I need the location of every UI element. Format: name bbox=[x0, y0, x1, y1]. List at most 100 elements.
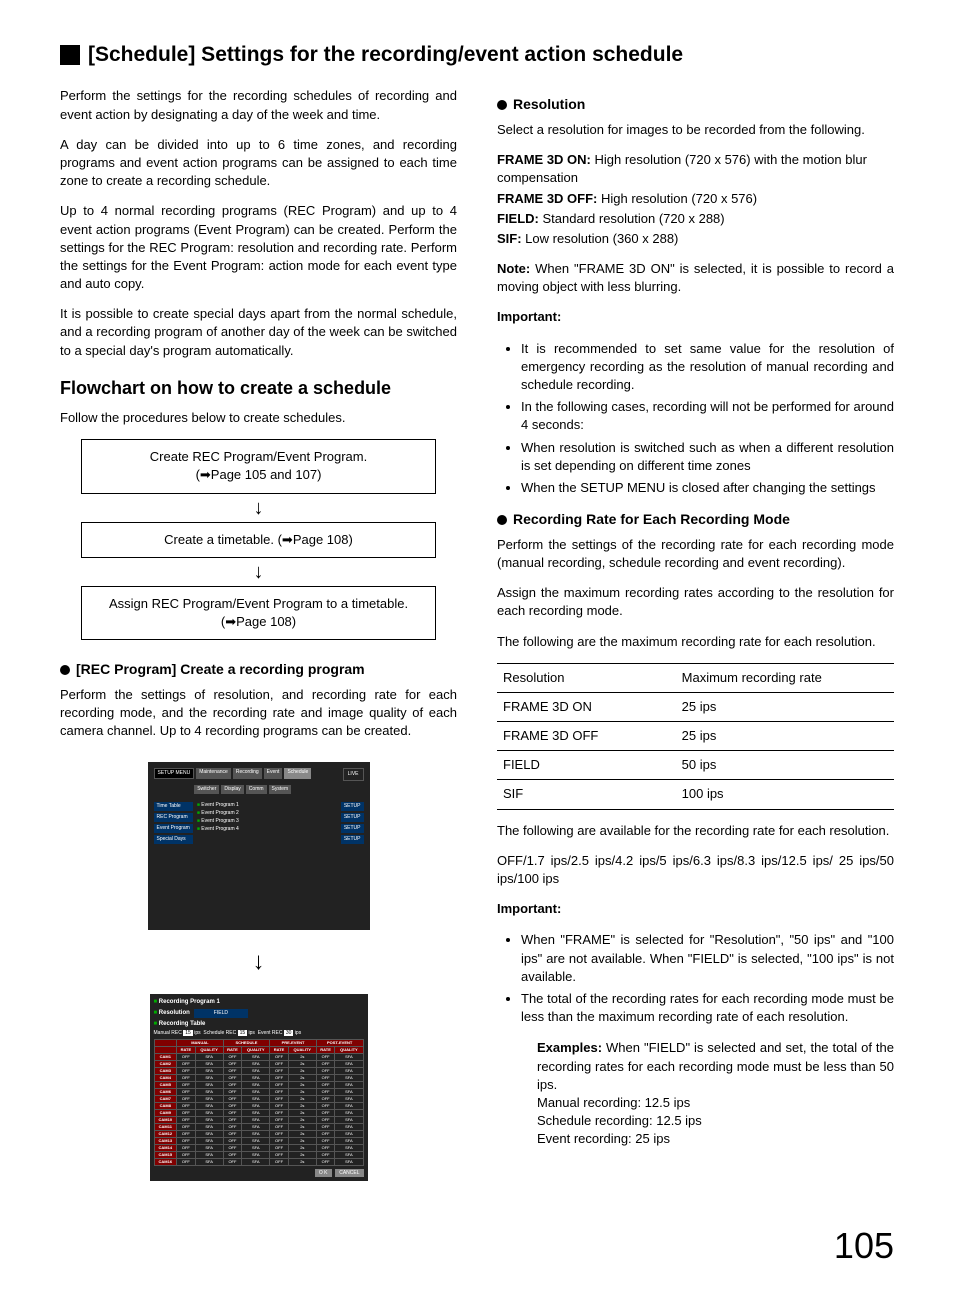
page-number: 105 bbox=[60, 1221, 894, 1271]
shot1-tab: Comm bbox=[246, 785, 267, 794]
example-line: Event recording: 25 ips bbox=[537, 1130, 894, 1148]
note-text: When "FRAME 3D ON" is selected, it is po… bbox=[497, 261, 894, 294]
shot1-menu-label: SETUP MENU bbox=[154, 768, 195, 779]
flowchart-title: Flowchart on how to create a schedule bbox=[60, 376, 457, 401]
resolution-intro: Select a resolution for images to be rec… bbox=[497, 121, 894, 139]
shot2-title: Recording Program 1 bbox=[154, 998, 364, 1006]
resolution-heading: Resolution bbox=[497, 95, 894, 115]
table-row: FRAME 3D OFF25 ips bbox=[497, 722, 894, 751]
list-item: It is recommended to set same value for … bbox=[521, 340, 894, 395]
table-header: Resolution bbox=[497, 663, 676, 692]
rate-heading: Recording Rate for Each Recording Mode bbox=[497, 510, 894, 530]
bullet-icon bbox=[497, 100, 507, 110]
shot1-tab-active: Schedule bbox=[284, 768, 311, 779]
rec-program-heading: [REC Program] Create a recording program bbox=[60, 660, 457, 680]
list-item: When the SETUP MENU is closed after chan… bbox=[521, 479, 894, 497]
rate-p2: Assign the maximum recording rates accor… bbox=[497, 584, 894, 620]
table-header: Maximum recording rate bbox=[676, 663, 894, 692]
res-item: FIELD: Standard resolution (720 x 288) bbox=[497, 210, 894, 228]
title-square-icon bbox=[60, 45, 80, 65]
flow-box-1-line1: Create REC Program/Event Program. bbox=[88, 448, 429, 466]
flowchart-intro: Follow the procedures below to create sc… bbox=[60, 409, 457, 427]
shot1-side-item: Time Table bbox=[154, 802, 193, 811]
table-row: Resolution Maximum recording rate bbox=[497, 663, 894, 692]
flow-box-3-line1: Assign REC Program/Event Program to a ti… bbox=[88, 595, 429, 613]
rate-p3: The following are the maximum recording … bbox=[497, 633, 894, 651]
example-line: Manual recording: 12.5 ips bbox=[537, 1094, 894, 1112]
intro-p3: Up to 4 normal recording programs (REC P… bbox=[60, 202, 457, 293]
examples-label: Examples: bbox=[537, 1040, 602, 1055]
shot1-side-item: Special Days bbox=[154, 835, 193, 844]
table-row: FRAME 3D ON25 ips bbox=[497, 692, 894, 721]
flow-box-2: Create a timetable. (➡Page 108) bbox=[81, 522, 436, 558]
shot1-tab: Switcher bbox=[194, 785, 219, 794]
rate-table: Resolution Maximum recording rate FRAME … bbox=[497, 663, 894, 810]
shot1-item: Event Program 4 bbox=[197, 826, 337, 833]
intro-p2: A day can be divided into up to 6 time z… bbox=[60, 136, 457, 191]
note-block: Note: When "FRAME 3D ON" is selected, it… bbox=[497, 260, 894, 296]
list-item: The total of the recording rates for eac… bbox=[521, 990, 894, 1026]
shot1-tab: Maintenance bbox=[196, 768, 231, 779]
flow-box-3-line2: (➡Page 108) bbox=[88, 613, 429, 631]
shot1-item: Event Program 1 bbox=[197, 802, 337, 809]
recording-program-screenshot: SE ⟵ ← → ⟶ Recording Program 1 Resolutio… bbox=[150, 994, 368, 1181]
shot2-cancel-btn: CANCEL bbox=[335, 1169, 363, 1177]
flowchart: Create REC Program/Event Program. (➡Page… bbox=[60, 439, 457, 640]
flow-box-1: Create REC Program/Event Program. (➡Page… bbox=[81, 439, 436, 493]
resolution-title: Resolution bbox=[513, 95, 585, 115]
shot2-table-label: Recording Table bbox=[154, 1020, 364, 1028]
examples-block: Examples: When "FIELD" is selected and s… bbox=[537, 1039, 894, 1094]
flow-box-1-line2: (➡Page 105 and 107) bbox=[88, 466, 429, 484]
flow-arrow-1: ↓ bbox=[254, 498, 264, 518]
shot1-live: LIVE bbox=[343, 768, 364, 781]
shot1-setup-btn: SETUP bbox=[341, 835, 364, 844]
shot1-setup-btn: SETUP bbox=[341, 813, 364, 822]
shot1-side-item: Event Program bbox=[154, 824, 193, 833]
shot1-item: Event Program 2 bbox=[197, 810, 337, 817]
rate-p1: Perform the settings of the recording ra… bbox=[497, 536, 894, 572]
flow-box-2-text: Create a timetable. (➡Page 108) bbox=[164, 532, 353, 547]
shot1-tab: Recording bbox=[233, 768, 262, 779]
title-text: [Schedule] Settings for the recording/ev… bbox=[88, 40, 683, 69]
setup-menu-screenshot: SETUP MENU Maintenance Recording Event S… bbox=[148, 762, 370, 930]
flow-arrow-2: ↓ bbox=[254, 562, 264, 582]
shot2-ok-btn: O K bbox=[315, 1169, 332, 1177]
shot1-item: Event Program 3 bbox=[197, 818, 337, 825]
list-item: When "FRAME" is selected for "Resolution… bbox=[521, 931, 894, 986]
shot1-side-item: REC Program bbox=[154, 813, 193, 822]
shot1-tab: Event bbox=[264, 768, 283, 779]
important-1-label: Important: bbox=[497, 308, 894, 326]
res-item: FRAME 3D ON: High resolution (720 x 576)… bbox=[497, 151, 894, 187]
intro-p4: It is possible to create special days ap… bbox=[60, 305, 457, 360]
rec-program-text: Perform the settings of resolution, and … bbox=[60, 686, 457, 741]
page-title: [Schedule] Settings for the recording/ev… bbox=[60, 40, 894, 69]
shot1-setup-btn: SETUP bbox=[341, 802, 364, 811]
left-column: Perform the settings for the recording s… bbox=[60, 87, 457, 1191]
table-row: SIF100 ips bbox=[497, 780, 894, 809]
important-2-list: When "FRAME" is selected for "Resolution… bbox=[497, 931, 894, 1026]
important-1-list: It is recommended to set same value for … bbox=[497, 340, 894, 498]
rate-title: Recording Rate for Each Recording Mode bbox=[513, 510, 790, 530]
res-item: SIF: Low resolution (360 x 288) bbox=[497, 230, 894, 248]
intro-p1: Perform the settings for the recording s… bbox=[60, 87, 457, 123]
note-label: Note: bbox=[497, 261, 530, 276]
shot1-tab: Display bbox=[221, 785, 243, 794]
shot2-table: MANUAL SCHEDULE PRE-EVENT POST-EVENT RAT… bbox=[154, 1039, 364, 1166]
bullet-icon bbox=[60, 665, 70, 675]
shot1-setup-btn: SETUP bbox=[341, 824, 364, 833]
shot2-res-value: FIELD bbox=[194, 1009, 248, 1018]
shot1-tab: System bbox=[269, 785, 292, 794]
rate-p5: OFF/1.7 ips/2.5 ips/4.2 ips/5 ips/6.3 ip… bbox=[497, 852, 894, 888]
res-item: FRAME 3D OFF: High resolution (720 x 576… bbox=[497, 190, 894, 208]
rate-p4: The following are available for the reco… bbox=[497, 822, 894, 840]
table-row: FIELD50 ips bbox=[497, 751, 894, 780]
list-item: In the following cases, recording will n… bbox=[521, 398, 894, 434]
bullet-icon bbox=[497, 515, 507, 525]
down-arrow-icon: ↓ bbox=[253, 950, 265, 974]
important-2-label: Important: bbox=[497, 900, 894, 918]
rec-program-title: [REC Program] Create a recording program bbox=[76, 660, 365, 680]
shot2-res-label: Resolution bbox=[154, 1009, 190, 1017]
example-line: Schedule recording: 12.5 ips bbox=[537, 1112, 894, 1130]
list-item: When resolution is switched such as when… bbox=[521, 439, 894, 475]
right-column: Resolution Select a resolution for image… bbox=[497, 87, 894, 1191]
